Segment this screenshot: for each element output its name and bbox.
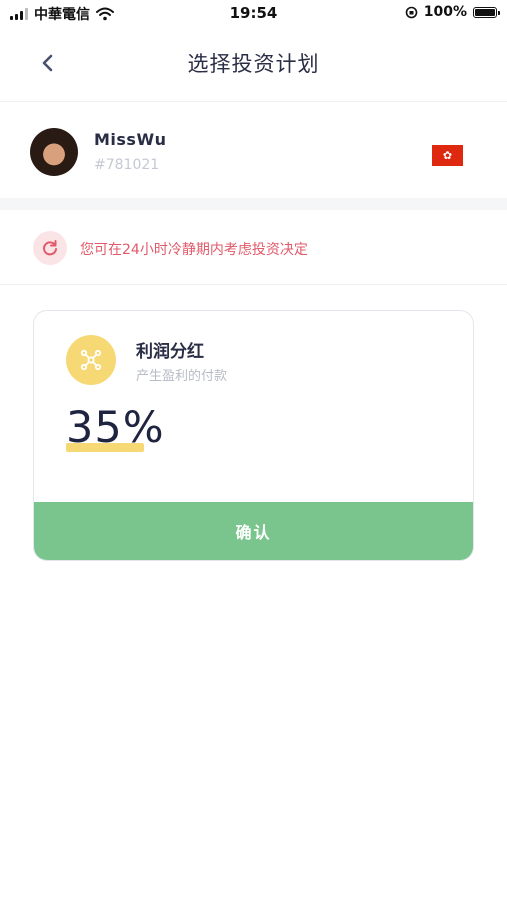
confirm-button[interactable]: 确认: [34, 502, 473, 560]
cooling-off-notice: 您可在24小时冷静期内考虑投资决定: [0, 214, 507, 282]
profile-section: MissWu #781021 ✿: [0, 110, 507, 196]
plan-title: 利润分红: [136, 342, 204, 362]
notice-text: 您可在24小时冷静期内考虑投资决定: [80, 242, 308, 258]
header-divider: [0, 101, 507, 102]
status-right: 100%: [405, 4, 500, 20]
orientation-lock-icon: [405, 6, 418, 18]
battery-icon: [473, 6, 500, 18]
refresh-icon: [33, 231, 67, 265]
network-icon: [66, 335, 116, 385]
avatar: [30, 128, 78, 176]
section-separator: [0, 198, 507, 210]
nav-bar: 选择投资计划: [0, 34, 507, 94]
hong-kong-flag-icon: ✿: [432, 145, 463, 166]
username: MissWu: [94, 130, 167, 149]
user-id: #781021: [94, 157, 160, 173]
battery-percent: 100%: [423, 4, 467, 20]
page-title: 选择投资计划: [187, 52, 320, 76]
plan-subtitle: 产生盈利的付款: [136, 369, 228, 384]
status-bar: 中華電信 19:54 100%: [0, 0, 507, 28]
notice-divider: [0, 284, 507, 285]
plan-card[interactable]: 利润分红 产生盈利的付款 35% 确认: [33, 310, 474, 561]
rate-display: 35%: [66, 403, 165, 453]
rate-value: 35%: [66, 403, 165, 453]
